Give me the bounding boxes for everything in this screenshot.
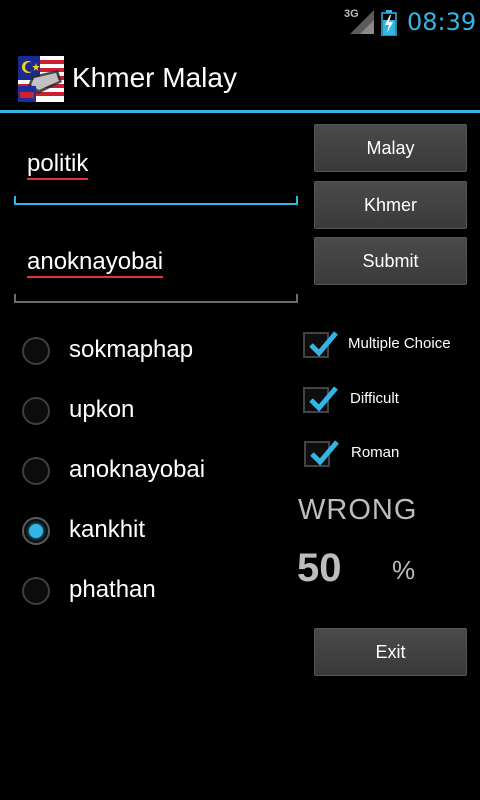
action-bar: Khmer Malay [0,46,480,112]
checkbox[interactable] [303,386,338,413]
radio-option-anoknayobai[interactable]: anoknayobai [22,442,292,502]
radio-button[interactable] [22,397,50,425]
radio-option-upkon[interactable]: upkon [22,382,292,442]
radio-button[interactable] [22,457,50,485]
word-input-value: politik [27,150,89,180]
radio-option-sokmaphap[interactable]: sokmaphap [22,322,292,382]
app-title: Khmer Malay [72,62,237,93]
multiple-choice-checkbox[interactable]: Multiple Choice [303,328,478,364]
radio-label: upkon [69,396,135,423]
signal-icon [350,10,374,34]
difficult-checkbox[interactable]: Difficult [303,383,478,419]
radio-label: phathan [69,576,156,603]
radio-button-selected[interactable] [22,517,50,545]
radio-label: anoknayobai [69,456,206,483]
checkmark-icon [309,386,338,412]
battery-charging-icon [381,10,397,36]
score-value: 50 [297,546,342,590]
checkbox-label: Multiple Choice [348,335,451,352]
checkbox-label: Roman [351,444,400,461]
answer-input[interactable]: anoknayobai [14,238,298,308]
radio-button[interactable] [22,337,50,365]
roman-checkbox[interactable]: Roman [303,437,478,473]
malay-button[interactable]: Malay [314,124,467,172]
radio-label: kankhit [69,516,146,543]
answer-input-value: anoknayobai [27,248,164,278]
app-logo-icon[interactable] [18,56,64,102]
radio-label: sokmaphap [69,336,194,363]
radio-option-phathan[interactable]: phathan [22,562,292,622]
answer-input-underline [14,301,298,303]
word-input-underline [14,203,298,205]
result-status: WRONG [298,494,418,526]
score-unit: % [392,555,416,585]
checkbox[interactable] [304,440,339,467]
checkmark-icon [310,440,339,466]
word-input[interactable]: politik [14,140,298,210]
radio-option-kankhit[interactable]: kankhit [22,502,292,562]
radio-button[interactable] [22,577,50,605]
action-bar-divider [0,110,480,113]
khmer-button[interactable]: Khmer [314,181,467,229]
clock: 08:39 [407,8,477,36]
exit-button[interactable]: Exit [314,628,467,676]
radio-selected-dot [29,524,43,538]
checkbox[interactable] [303,331,338,358]
status-bar: 3G 08:39 [0,0,480,46]
submit-button[interactable]: Submit [314,237,467,285]
checkbox-label: Difficult [350,390,399,407]
checkmark-icon [309,331,338,357]
